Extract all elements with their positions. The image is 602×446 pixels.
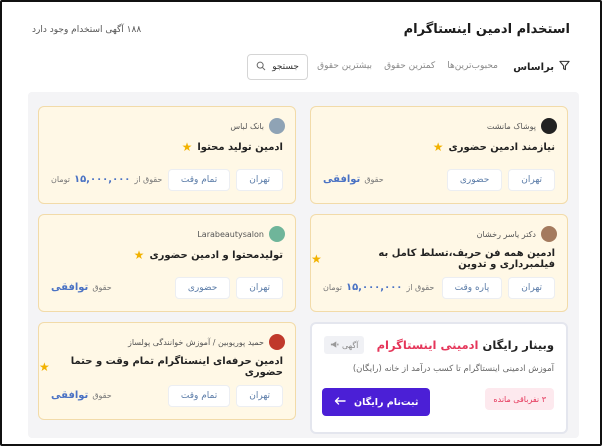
ad-badge-label: آگهی bbox=[342, 340, 359, 350]
company-name: بانک لباس bbox=[230, 121, 264, 131]
arrow-left-icon bbox=[334, 396, 346, 408]
sort-option-highest-salary[interactable]: بیشترین حقوق bbox=[317, 61, 372, 71]
salary: حقوق توافقی bbox=[51, 282, 112, 293]
ads-count: ۱۸۸ آگهی استخدام وجود دارد bbox=[32, 25, 142, 35]
job-title: ادمین حرفه‌ای اینستاگرام تمام وقت و حتما… bbox=[70, 356, 283, 378]
star-icon: ★ bbox=[432, 140, 444, 154]
location-tag: تهران bbox=[236, 385, 283, 407]
company-name: پوشاک مانشت bbox=[486, 121, 536, 131]
job-card[interactable]: Larabeautysalon تولیدمحتوا و ادمین حضوری… bbox=[38, 214, 296, 312]
salary: حقوق توافقی bbox=[51, 390, 112, 401]
type-tag: حضوری bbox=[446, 169, 503, 191]
location-tag: تهران bbox=[508, 169, 555, 191]
search-label: جستجو bbox=[272, 62, 299, 72]
job-card[interactable]: پوشاک مانشت نیازمند ادمین حضوری ★ تهران … bbox=[310, 106, 568, 204]
promo-title: وبینار رایگان ادمینی اینستاگرام bbox=[377, 338, 554, 352]
salary-value: ۱۵,۰۰۰,۰۰۰ bbox=[345, 282, 403, 293]
company-avatar bbox=[269, 226, 285, 242]
job-title: ادمین همه فن حریف،تسلط کامل به فیلمبردار… bbox=[378, 248, 555, 270]
type-tag: پاره وقت bbox=[441, 277, 503, 299]
company-name: Larabeautysalon bbox=[197, 229, 264, 239]
company-info: Larabeautysalon bbox=[197, 226, 285, 242]
salary-value: توافقی bbox=[51, 282, 89, 293]
remaining-seats-badge: ۳ نفرباقی مانده bbox=[485, 388, 554, 410]
company-avatar bbox=[269, 334, 285, 350]
job-tags: تهران تمام وقت bbox=[167, 169, 283, 191]
search-input[interactable]: جستجو bbox=[247, 54, 308, 80]
company-avatar bbox=[541, 118, 557, 134]
search-icon bbox=[256, 61, 266, 74]
promo-subtitle: آموزش ادمینی اینستاگرام تا کسب درآمد از … bbox=[352, 364, 554, 374]
star-icon: ★ bbox=[311, 252, 322, 266]
star-icon: ★ bbox=[39, 360, 50, 374]
company-info: حمید پوریوبین / آموزش خوانندگی پولساز bbox=[128, 334, 285, 350]
salary-unit: تومان bbox=[51, 175, 70, 184]
salary-unit: تومان bbox=[323, 283, 342, 292]
megaphone-icon bbox=[330, 340, 339, 351]
company-info: بانک لباس bbox=[230, 118, 285, 134]
promo-title-prefix: وبینار رایگان bbox=[482, 338, 555, 352]
webinar-promo-card[interactable]: وبینار رایگان ادمینی اینستاگرام آموزش اد… bbox=[310, 322, 568, 434]
promo-title-accent: ادمینی اینستاگرام bbox=[376, 338, 479, 352]
star-icon: ★ bbox=[133, 248, 145, 262]
location-tag: تهران bbox=[236, 277, 283, 299]
sort-option-lowest-salary[interactable]: کمترین حقوق bbox=[384, 61, 435, 71]
company-name: حمید پوریوبین / آموزش خوانندگی پولساز bbox=[127, 337, 264, 347]
company-info: دکتر یاسر رخشان bbox=[477, 226, 557, 242]
salary-label: حقوق bbox=[92, 391, 112, 400]
job-title: ادمین تولید محتوا bbox=[197, 141, 283, 153]
job-tags: تهران حضوری bbox=[446, 169, 555, 191]
job-title: نیازمند ادمین حضوری bbox=[448, 141, 555, 153]
salary-label: حقوق از bbox=[406, 283, 435, 292]
job-tags: تهران تمام وقت bbox=[167, 385, 283, 407]
job-title-row: تولیدمحتوا و ادمین حضوری ★ bbox=[134, 248, 283, 262]
job-card[interactable]: بانک لباس ادمین تولید محتوا ★ تهران تمام… bbox=[38, 106, 296, 204]
job-tags: تهران پاره وقت bbox=[441, 277, 555, 299]
job-title-row: ادمین همه فن حریف،تسلط کامل به فیلمبردار… bbox=[311, 248, 555, 270]
sort-options: محبوب‌ترین‌ها کمترین حقوق بیشترین حقوق bbox=[317, 61, 498, 71]
location-tag: تهران bbox=[236, 169, 283, 191]
company-info: پوشاک مانشت bbox=[487, 118, 557, 134]
location-tag: تهران bbox=[508, 277, 555, 299]
free-signup-button[interactable]: ثبت‌نام رایگان bbox=[322, 388, 431, 416]
page-title: استخدام ادمین اینستاگرام bbox=[403, 22, 570, 37]
filter-icon bbox=[559, 60, 570, 74]
type-tag: تمام وقت bbox=[167, 169, 231, 191]
company-avatar bbox=[541, 226, 557, 242]
salary-label: حقوق bbox=[92, 283, 112, 292]
company-name: دکتر یاسر رخشان bbox=[476, 229, 536, 239]
company-avatar bbox=[269, 118, 285, 134]
salary-label: حقوق از bbox=[134, 175, 163, 184]
salary-value: ۱۵,۰۰۰,۰۰۰ bbox=[73, 174, 131, 185]
star-icon: ★ bbox=[181, 140, 193, 154]
salary-value: توافقی bbox=[51, 390, 89, 401]
salary-label: حقوق bbox=[364, 175, 384, 184]
salary-value: توافقی bbox=[323, 174, 361, 185]
page-header: استخدام ادمین اینستاگرام ۱۸۸ آگهی استخدا… bbox=[32, 22, 570, 42]
salary: حقوق از ۱۵,۰۰۰,۰۰۰ تومان bbox=[51, 174, 162, 185]
ad-badge: آگهی bbox=[324, 336, 365, 354]
type-tag: حضوری bbox=[174, 277, 231, 299]
job-tags: تهران حضوری bbox=[174, 277, 283, 299]
salary: حقوق توافقی bbox=[323, 174, 384, 185]
job-title-row: ادمین تولید محتوا ★ bbox=[182, 140, 283, 154]
signup-label: ثبت‌نام رایگان bbox=[354, 396, 419, 408]
toolbar: براساس محبوب‌ترین‌ها کمترین حقوق بیشترین… bbox=[32, 54, 570, 80]
job-listings: پوشاک مانشت نیازمند ادمین حضوری ★ تهران … bbox=[28, 92, 579, 438]
filter-label: براساس bbox=[513, 61, 554, 73]
job-card[interactable]: حمید پوریوبین / آموزش خوانندگی پولساز اد… bbox=[38, 322, 296, 420]
filter-button[interactable]: براساس bbox=[513, 60, 570, 74]
job-card[interactable]: دکتر یاسر رخشان ادمین همه فن حریف،تسلط ک… bbox=[310, 214, 568, 312]
sort-option-popular[interactable]: محبوب‌ترین‌ها bbox=[447, 61, 498, 71]
job-title-row: نیازمند ادمین حضوری ★ bbox=[433, 140, 555, 154]
type-tag: تمام وقت bbox=[167, 385, 231, 407]
salary: حقوق از ۱۵,۰۰۰,۰۰۰ تومان bbox=[323, 282, 434, 293]
job-title-row: ادمین حرفه‌ای اینستاگرام تمام وقت و حتما… bbox=[39, 356, 283, 378]
job-title: تولیدمحتوا و ادمین حضوری bbox=[149, 249, 283, 261]
